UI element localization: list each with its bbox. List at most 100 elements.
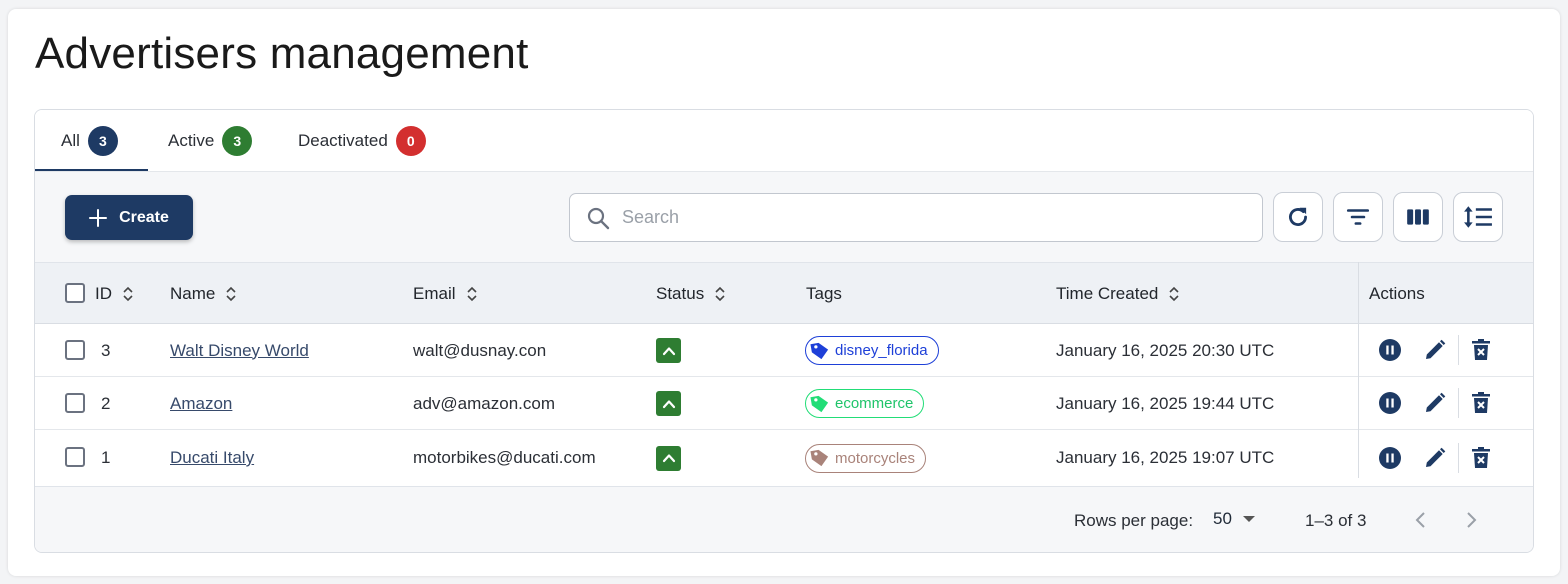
- select-all-checkbox[interactable]: [65, 283, 85, 303]
- row-time-created: January 16, 2025 19:07 UTC: [1056, 448, 1275, 467]
- pause-icon: [1379, 447, 1401, 469]
- previous-page-button[interactable]: [1406, 505, 1436, 535]
- delete-button[interactable]: [1468, 445, 1494, 471]
- advertiser-name-link[interactable]: Amazon: [170, 394, 232, 414]
- pause-button[interactable]: [1377, 390, 1403, 416]
- rows-per-page-label: Rows per page:: [1074, 511, 1194, 530]
- tab-all-count-badge: 3: [87, 125, 118, 156]
- action-divider: [1458, 388, 1459, 418]
- tab-active-label: Active: [168, 130, 215, 150]
- header-id-label: ID: [95, 284, 112, 303]
- pause-button[interactable]: [1377, 445, 1403, 471]
- pencil-icon: [1426, 447, 1446, 467]
- advertiser-name-link[interactable]: Walt Disney World: [170, 341, 309, 361]
- action-divider: [1458, 443, 1459, 473]
- delete-button[interactable]: [1468, 390, 1494, 416]
- header-name-label: Name: [170, 284, 216, 303]
- row-id: 2: [101, 393, 111, 413]
- tag-icon: [810, 342, 829, 359]
- sort-icon: [226, 286, 236, 302]
- header-status[interactable]: Status: [656, 263, 726, 325]
- refresh-icon: [1289, 207, 1307, 226]
- page-title: Advertisers management: [35, 29, 529, 78]
- page-panel: Advertisers management All 3 Active 3 De…: [8, 9, 1560, 576]
- header-time-created[interactable]: Time Created: [1056, 263, 1180, 325]
- tab-active-count-badge: 3: [222, 125, 253, 156]
- create-button[interactable]: Create: [65, 195, 193, 240]
- tab-deactivated-count-badge: 0: [395, 125, 426, 156]
- columns-icon: [1407, 209, 1429, 225]
- row-email: motorbikes@ducati.com: [413, 448, 596, 467]
- tab-all-label: All: [61, 130, 80, 150]
- plus-icon: [89, 208, 108, 227]
- status-active-icon: [656, 338, 681, 363]
- tag-chip: ecommerce: [805, 389, 925, 418]
- pagination-range: 1–3 of 3: [1305, 511, 1367, 530]
- tag-label: ecommerce: [835, 395, 914, 412]
- tag-label: motorcycles: [835, 449, 916, 467]
- pencil-icon: [1426, 339, 1446, 359]
- chevron-left-icon: [1415, 512, 1425, 528]
- delete-button[interactable]: [1468, 337, 1494, 363]
- header-name[interactable]: Name: [170, 263, 237, 325]
- columns-button[interactable]: [1393, 192, 1443, 242]
- trash-icon: [1472, 392, 1490, 413]
- filter-button[interactable]: [1333, 192, 1383, 242]
- pause-button[interactable]: [1377, 337, 1403, 363]
- table-row: 2 Amazon adv@amazon.com ecommerce Januar…: [35, 377, 1533, 430]
- sort-icon: [466, 286, 477, 302]
- sort-icon: [123, 286, 133, 302]
- tag-label: disney_florida: [835, 342, 928, 359]
- header-status-label: Status: [656, 284, 705, 303]
- sort-icon: [1169, 286, 1179, 302]
- edit-button[interactable]: [1422, 390, 1448, 416]
- status-tabs: All 3 Active 3 Deactivated 0: [35, 110, 1533, 171]
- header-tags: Tags: [806, 263, 842, 325]
- row-email: walt@dusnay.con: [413, 340, 547, 360]
- create-button-label: Create: [119, 208, 169, 226]
- table-row: 3 Walt Disney World walt@dusnay.con disn…: [35, 324, 1533, 377]
- header-actions: Actions: [1369, 263, 1425, 325]
- trash-icon: [1472, 447, 1490, 468]
- chevron-right-icon: [1467, 512, 1477, 528]
- row-time-created: January 16, 2025 19:44 UTC: [1056, 393, 1275, 413]
- row-checkbox[interactable]: [65, 447, 85, 467]
- header-tags-label: Tags: [806, 284, 842, 303]
- pencil-icon: [1426, 392, 1446, 412]
- header-time-created-label: Time Created: [1056, 284, 1159, 303]
- header-email[interactable]: Email: [413, 263, 478, 325]
- action-divider: [1458, 335, 1459, 365]
- table-header: ID Name Email Status Tags Time Created A…: [35, 262, 1533, 324]
- row-email: adv@amazon.com: [413, 393, 555, 413]
- advertiser-name-link[interactable]: Ducati Italy: [170, 448, 254, 468]
- tag-chip: motorcycles: [805, 443, 927, 473]
- next-page-button[interactable]: [1456, 505, 1486, 535]
- density-button[interactable]: [1453, 192, 1503, 242]
- header-id[interactable]: ID: [95, 263, 134, 325]
- row-checkbox[interactable]: [65, 393, 85, 413]
- row-id: 1: [101, 448, 111, 467]
- toolbar: Create: [35, 171, 1533, 262]
- caret-down-icon: [1242, 516, 1255, 522]
- refresh-button[interactable]: [1273, 192, 1323, 242]
- rows-per-page-select[interactable]: 50: [1213, 509, 1256, 529]
- advertisers-card: All 3 Active 3 Deactivated 0 Create Sear…: [34, 109, 1534, 553]
- tab-all[interactable]: All 3: [35, 110, 148, 171]
- header-email-label: Email: [413, 284, 456, 303]
- sort-icon: [715, 286, 725, 302]
- status-active-icon: [656, 391, 681, 416]
- search-input[interactable]: [622, 207, 1222, 228]
- edit-button[interactable]: [1422, 445, 1448, 471]
- filter-icon: [1346, 209, 1370, 225]
- row-checkbox[interactable]: [65, 340, 85, 360]
- edit-button[interactable]: [1422, 337, 1448, 363]
- row-id: 3: [101, 340, 111, 360]
- row-time-created: January 16, 2025 20:30 UTC: [1056, 340, 1275, 360]
- table-row: 1 Ducati Italy motorbikes@ducati.com mot…: [35, 430, 1533, 486]
- actions-column-divider: [1358, 262, 1359, 478]
- tag-icon: [810, 395, 829, 412]
- rows-per-page-value: 50: [1213, 509, 1232, 528]
- line-height-icon: [1464, 206, 1492, 228]
- tab-active[interactable]: Active 3: [168, 110, 253, 171]
- tab-deactivated[interactable]: Deactivated 0: [298, 110, 426, 171]
